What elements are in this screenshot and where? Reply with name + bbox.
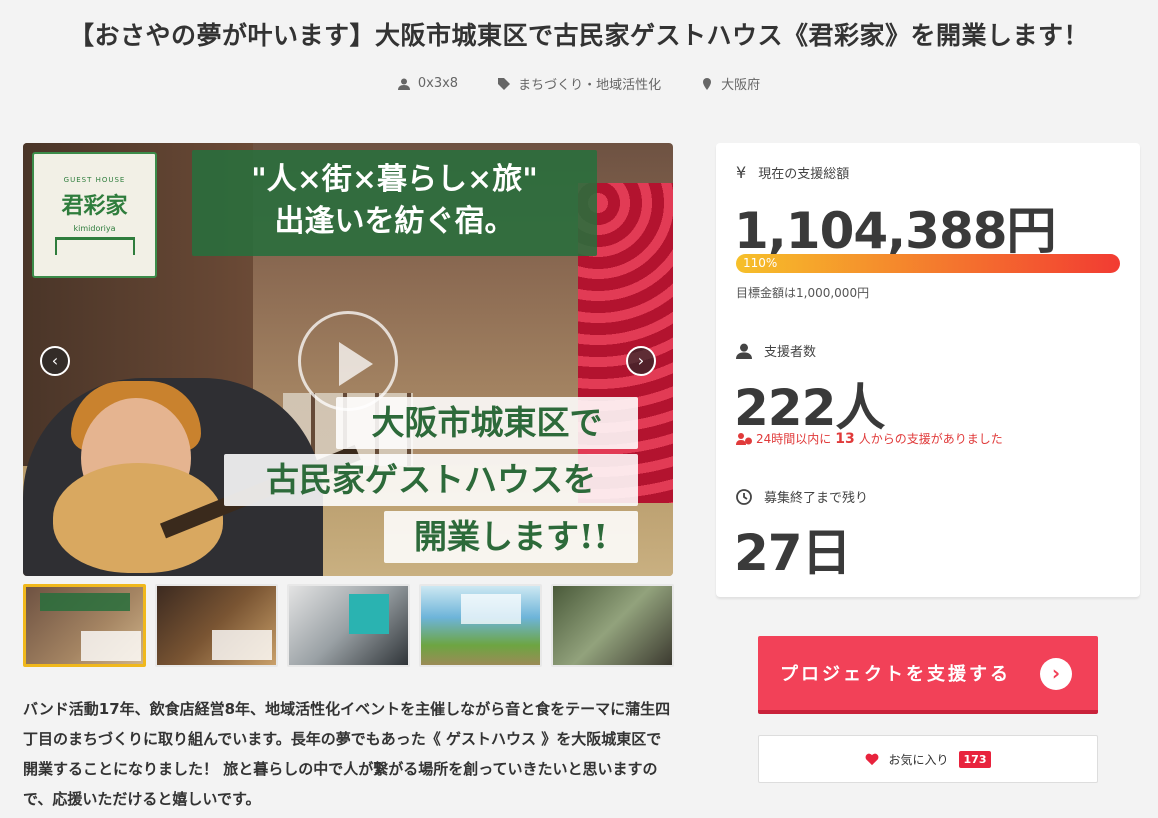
total-amount-value: 1,104,388円 xyxy=(734,202,1057,260)
project-meta: 0x3x8 まちづくり・地域活性化 大阪府 xyxy=(0,74,1158,93)
guesthouse-logo: GUEST HOUSE 君彩家 kimidoriya xyxy=(32,152,157,278)
support-project-button[interactable]: プロジェクトを支援する › xyxy=(758,636,1098,714)
user-icon xyxy=(397,78,410,90)
tagline-line2: 出逢いを紡ぐ宿。 xyxy=(274,204,515,239)
logo-main-text: 君彩家 xyxy=(61,192,128,219)
tagline-banner: "人×街×暮らし×旅" 出逢いを紡ぐ宿。 xyxy=(192,150,597,256)
overlay-line2: 古民家ゲストハウスを xyxy=(224,454,638,506)
yen-icon: ¥ xyxy=(736,163,747,182)
user-icon xyxy=(736,343,752,359)
category-meta[interactable]: まちづくり・地域活性化 xyxy=(498,74,661,93)
logo-house-shape xyxy=(54,236,135,255)
total-amount-label: ¥ 現在の支援総額 xyxy=(736,163,849,182)
overlay-line3: 開業します!! xyxy=(384,511,638,563)
thumbnail-2[interactable] xyxy=(155,584,278,667)
carousel-next-button[interactable]: › xyxy=(626,346,656,376)
tag-icon xyxy=(498,77,511,90)
supporters-label-text: 支援者数 xyxy=(764,345,817,360)
thumbnail-3[interactable] xyxy=(287,584,410,667)
clock-icon xyxy=(736,488,752,505)
location-name: 大阪府 xyxy=(721,78,761,93)
favorite-count-badge: 173 xyxy=(958,750,992,768)
owner-name: 0x3x8 xyxy=(417,76,459,91)
thumbnail-5[interactable] xyxy=(551,584,674,667)
favorite-label: お気に入り xyxy=(888,752,949,767)
funding-stats-panel: ¥ 現在の支援総額 1,104,388円 110% 目標金額は1,000,000… xyxy=(716,143,1140,597)
project-title: 【おさやの夢が叶います】大阪市城東区で古民家ゲストハウス《君彩家》を開業します！ xyxy=(68,21,1089,50)
logo-sub-text: kimidoriya xyxy=(73,223,116,233)
project-description: バンド活動17年、飲食店経営8年、地域活性化イベントを主催しながら音と食をテーマ… xyxy=(23,700,671,808)
category-name: まちづくり・地域活性化 xyxy=(518,78,662,93)
thumbnail-strip xyxy=(23,584,674,667)
chevron-right-icon: › xyxy=(1040,658,1072,690)
remaining-label: 募集終了まで残り xyxy=(736,487,868,506)
remaining-value: 27日 xyxy=(734,524,852,582)
carousel-prev-button[interactable]: ‹ xyxy=(40,346,70,376)
tagline-line1: "人×街×暮らし×旅" xyxy=(251,162,538,197)
overlay-line1: 大阪市城東区で xyxy=(336,397,638,449)
logo-small-text: GUEST HOUSE xyxy=(63,175,126,184)
recent-prefix: 24時間以内に xyxy=(756,432,832,446)
support-button-label: プロジェクトを支援する xyxy=(780,664,1011,685)
owner-meta[interactable]: 0x3x8 xyxy=(397,74,459,93)
remaining-label-text: 募集終了まで残り xyxy=(764,491,869,506)
location-pin-icon xyxy=(703,77,712,90)
progress-percent: 110% xyxy=(743,256,778,270)
play-video-icon[interactable] xyxy=(298,311,398,411)
recent-supporters-notice: 24時間以内に 13 人からの支援がありました xyxy=(736,430,1003,447)
funding-progress-bar: 110% xyxy=(736,254,1120,273)
recent-suffix: 人からの支援がありました xyxy=(858,432,1003,446)
thumbnail-1[interactable] xyxy=(23,584,146,667)
location-meta[interactable]: 大阪府 xyxy=(701,74,760,93)
recent-count: 13 xyxy=(835,430,855,447)
supporters-label: 支援者数 xyxy=(736,341,816,360)
heart-icon xyxy=(865,753,878,766)
thumbnail-4[interactable] xyxy=(419,584,542,667)
goal-amount: 目標金額は1,000,000円 xyxy=(736,286,870,300)
user-alert-icon xyxy=(736,432,752,445)
favorite-button[interactable]: お気に入り 173 xyxy=(758,735,1098,783)
total-label-text: 現在の支援総額 xyxy=(758,167,850,182)
